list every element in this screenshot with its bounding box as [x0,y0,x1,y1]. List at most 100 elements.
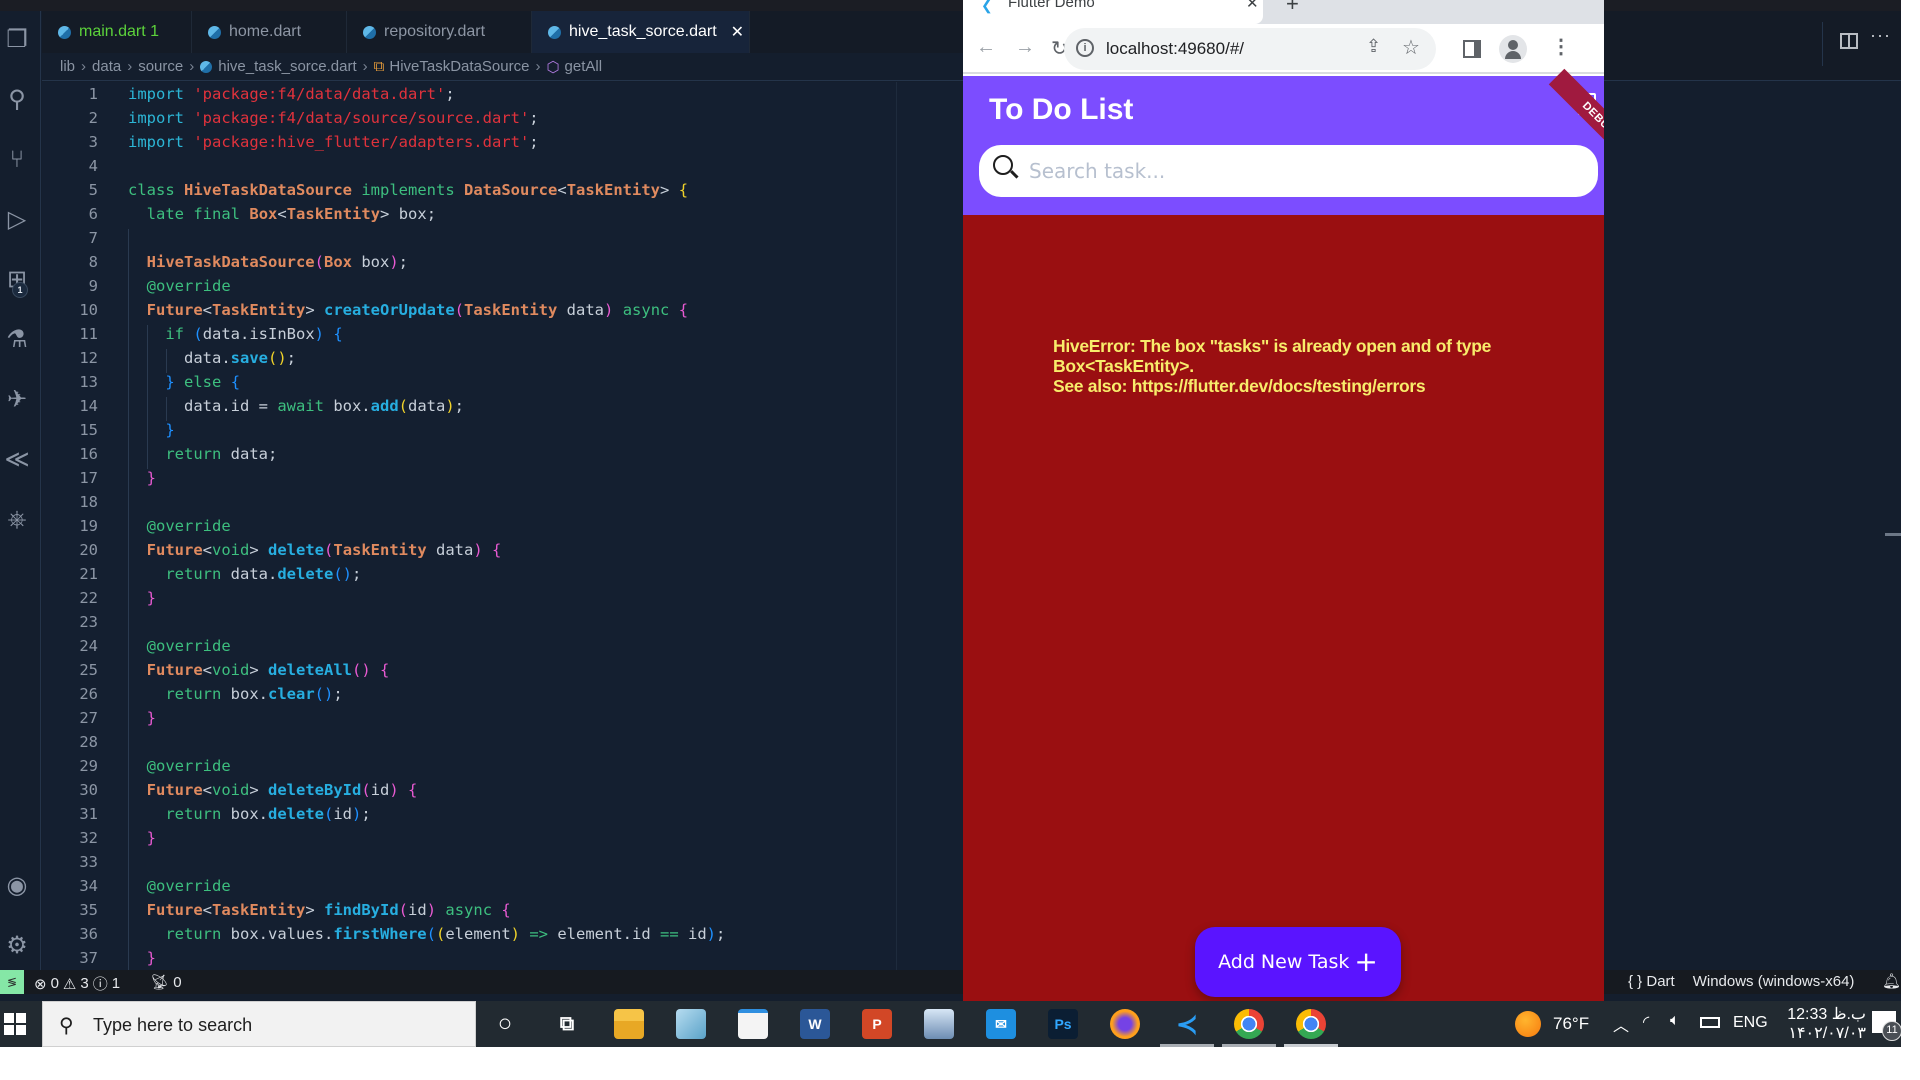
weather-sun-icon[interactable] [1515,1011,1541,1037]
remote-indicator-icon[interactable]: ≶ [0,970,24,994]
tab-repository-dart[interactable]: repository.dart [347,11,532,53]
code-line[interactable]: import 'package:f4/data/data.dart'; [128,85,455,103]
browser-tab[interactable]: ❮ Flutter Demo ✕ [963,0,1263,24]
ports-indicator[interactable]: 📡︎ 0 [150,973,182,991]
code-line[interactable]: data.save(); [128,349,296,367]
remote-desktop-taskbar-icon[interactable] [924,1009,954,1039]
code-line[interactable]: if (data.isInBox) { [128,325,342,343]
breadcrumb-item[interactable]: lib [60,58,75,75]
bookmark-star-icon[interactable]: ☆ [1402,35,1420,60]
tab-home-dart[interactable]: home.dart [192,11,347,53]
code-line[interactable]: } [128,469,156,487]
breadcrumb-item[interactable]: data [92,58,121,75]
chevron-up-icon[interactable]: ︿ [1613,1012,1629,1036]
source-control-icon[interactable]: ⑂ [2,145,32,175]
add-new-task-button[interactable]: Add New Task + [1195,927,1401,997]
code-line[interactable]: HiveTaskDataSource(Box box); [128,253,408,271]
code-line[interactable]: } [128,709,156,727]
code-line[interactable]: Future<TaskEntity> findById(id) async { [128,901,511,919]
share-icon[interactable]: ⇪ [1366,36,1381,57]
breadcrumb-item[interactable]: getAll [565,58,603,75]
settings-gear-icon[interactable]: ⚙ [2,931,32,961]
pcc-extension-icon[interactable]: ✈ [2,385,32,415]
code-line[interactable]: @override [128,277,231,295]
code-line[interactable]: return box.values.firstWhere((element) =… [128,925,725,943]
notepad-taskbar-icon[interactable] [676,1009,706,1039]
code-line[interactable]: class HiveTaskDataSource implements Data… [128,181,688,199]
forward-icon[interactable]: → [1015,36,1035,59]
breadcrumb-item[interactable]: hive_task_sorce.dart [218,58,356,75]
word-taskbar-icon[interactable]: W [800,1009,830,1039]
code-line[interactable]: @override [128,637,231,655]
code-line[interactable]: return box.delete(id); [128,805,370,823]
powerpoint-taskbar-icon[interactable]: P [862,1009,892,1039]
url-text[interactable]: localhost:49680/#/ [1106,39,1244,59]
code-line[interactable]: Future<void> deleteById(id) { [128,781,418,799]
code-line[interactable]: } [128,949,156,967]
code-line[interactable]: Future<void> delete(TaskEntity data) { [128,541,502,559]
address-bar[interactable]: i localhost:49680/#/ ⇪ ☆ [1064,28,1436,70]
code-line[interactable]: return data; [128,445,277,463]
problems-indicator[interactable]: ⊗ 0 ⚠ 3 ⓘ 1 [34,973,120,994]
code-line[interactable]: import 'package:f4/data/source/source.da… [128,109,539,127]
battery-icon[interactable] [1700,1017,1720,1028]
task-view-taskbar-icon[interactable]: ⧉ [552,1009,582,1039]
more-actions-icon[interactable]: ··· [1870,25,1891,46]
breadcrumb-item[interactable]: HiveTaskDataSource [389,58,529,75]
profile-avatar-icon[interactable] [1499,35,1527,63]
wifi-icon[interactable]: ◜ [1643,1012,1649,1032]
clock[interactable]: 12:33 ب.ظ ۱۴۰۲/۰۷/۰۳ [1778,1005,1866,1043]
code-line[interactable]: return data.delete(); [128,565,361,583]
site-info-icon[interactable]: i [1076,39,1094,57]
tab-hive-task-sorce-dart[interactable]: hive_task_sorce.dart ✕ [532,11,750,53]
notifications-bell-icon[interactable]: 🔔︎ [1882,972,1901,990]
search-icon[interactable]: ⚲ [2,85,32,115]
vscode-taskbar-icon[interactable]: ≺ [1172,1009,1202,1039]
code-line[interactable]: } [128,421,174,439]
testing-icon[interactable]: ⚗ [2,325,32,355]
chrome-taskbar-icon[interactable] [1234,1009,1264,1039]
code-line[interactable]: } else { [128,373,240,391]
browser-menu-icon[interactable]: ⋮ [1551,34,1571,59]
language-mode[interactable]: { } Dart [1628,973,1675,990]
code-line[interactable]: Future<void> deleteAll() { [128,661,390,679]
split-editor-icon[interactable] [1840,33,1858,49]
code-line[interactable]: import 'package:hive_flutter/adapters.da… [128,133,539,151]
accounts-icon[interactable]: ◉ [2,871,32,901]
input-language[interactable]: ENG [1733,1014,1768,1032]
back-icon[interactable]: ← [976,36,996,59]
microsoft-store-taskbar-icon[interactable] [738,1009,768,1039]
photoshop-taskbar-icon[interactable]: Ps [1048,1009,1078,1039]
chrome-taskbar-icon[interactable] [1296,1009,1326,1039]
device-selector[interactable]: Windows (windows-x64) [1693,973,1855,990]
firefox-taskbar-icon[interactable] [1110,1009,1140,1039]
file-explorer-taskbar-icon[interactable] [614,1009,644,1039]
minimap[interactable] [896,82,963,970]
windows-start-icon[interactable] [4,1013,26,1035]
mail-taskbar-icon[interactable]: ✉ [986,1009,1016,1039]
cortana-taskbar-icon[interactable]: ○ [490,1009,520,1039]
code-line[interactable]: @override [128,877,231,895]
code-editor[interactable]: 1 import 'package:f4/data/data.dart'; 2 imp… [42,82,896,970]
taskbar-search-box[interactable]: ⚲ Type here to search [42,1001,476,1047]
code-line[interactable]: } [128,589,156,607]
close-tab-icon[interactable]: ✕ [1246,0,1259,12]
kubernetes-icon[interactable]: ⎈ [2,505,32,535]
code-line[interactable]: @override [128,517,231,535]
tab-main-dart[interactable]: main.dart 1 [42,11,192,53]
code-line[interactable]: late final Box<TaskEntity> box; [128,205,436,223]
code-line[interactable]: data.id = await box.add(data); [128,397,464,415]
run-debug-icon[interactable]: ▷ [2,205,32,235]
breadcrumb-item[interactable]: source [138,58,183,75]
weather-temperature[interactable]: 76°F [1553,1014,1589,1034]
explorer-icon[interactable]: ❐ [2,25,32,55]
volume-icon[interactable]: 🔈︎ [1670,1012,1680,1030]
code-line[interactable]: Future<TaskEntity> createOrUpdate(TaskEn… [128,301,688,319]
new-tab-icon[interactable]: + [1286,0,1299,17]
scrollbar-thumb[interactable] [1885,533,1901,536]
search-input[interactable] [1029,153,1579,189]
flutter-icon[interactable]: ≪ [2,445,32,475]
side-panel-icon[interactable] [1463,40,1481,58]
code-line[interactable]: } [128,829,156,847]
code-line[interactable]: @override [128,757,231,775]
